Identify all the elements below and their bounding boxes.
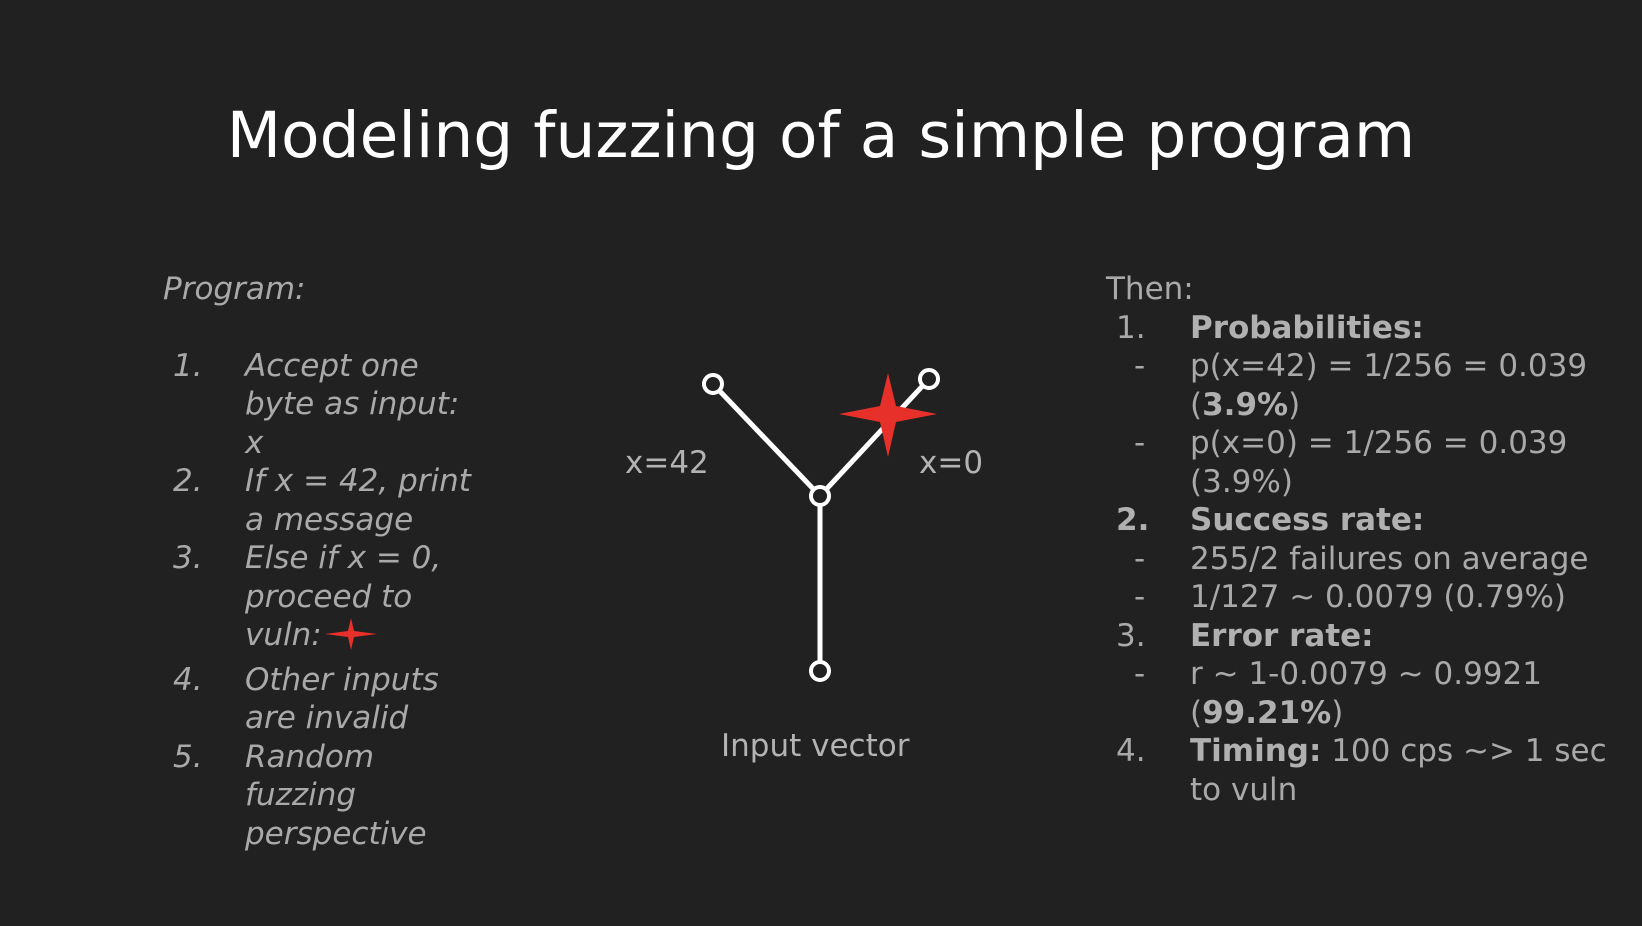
label-x0: x=0 [919,445,984,481]
program-step: 1. Accept one byte as input: x [163,347,483,463]
program-step: 4. Other inputs are invalid [163,661,483,738]
label-x42: x=42 [625,445,709,481]
program-step: 2. If x = 42, print a message [163,462,483,539]
section-number: 3. [1116,617,1146,654]
then-panel: Then: 1. Probabilities: - p(x=42) = 1/25… [1106,270,1626,809]
branch-line-left [711,382,822,498]
bullet-dash: - [1134,425,1146,461]
section-timing: 4. Timing: 100 cps ~> 1 sec to vuln [1106,732,1626,809]
step-text: Random fuzzing perspective [245,738,427,852]
bullet: - 1/127 ~ 0.0079 (0.79%) [1106,578,1626,617]
bullet-emphasis: 99.21% [1202,694,1332,731]
step-number: 5. [173,738,203,775]
section-number: 1. [1116,309,1146,346]
bullet-text: 1/127 ~ 0.0079 (0.79%) [1190,579,1567,615]
section-number: 2. [1116,502,1150,538]
slide: Modeling fuzzing of a simple program Pro… [0,0,1642,926]
program-heading: Program: [163,271,306,307]
section-label: Error rate: [1190,617,1374,654]
bullet-dash: - [1134,656,1146,692]
then-heading: Then: [1106,271,1194,307]
program-step: 3. Else if x = 0, proceed to vuln: [163,539,483,661]
bullet-dash: - [1134,579,1146,615]
bullet-dash: - [1134,348,1146,384]
bullet-text: 255/2 failures on average [1190,540,1589,577]
step-text: Other inputs are invalid [245,661,439,737]
section-label: Probabilities: [1190,309,1424,346]
program-panel: Program: 1. Accept one byte as input: x … [163,270,483,853]
slide-title: Modeling fuzzing of a simple program [226,99,1416,172]
section-label: Success rate: [1190,502,1425,538]
red-star-icon [324,617,378,661]
node-root [809,660,831,682]
step-number: 4. [173,661,203,698]
step-number: 1. [173,347,203,384]
section-probabilities: 1. Probabilities: [1106,309,1626,348]
bullet-dash: - [1134,540,1146,577]
section-number: 4. [1116,733,1146,769]
branch-line-right [818,377,931,498]
step-text: If x = 42, print a message [245,463,471,538]
bullet: - 255/2 failures on average [1106,540,1626,579]
node-right [918,368,940,390]
diagram-caption: Input vector [721,728,910,764]
bullet-text: p(x=0) = 1/256 = 0.039 (3.9%) [1190,425,1568,500]
step-text: Accept one byte as input: x [245,347,460,461]
section-label: Timing: [1190,733,1322,769]
bullet: - p(x=0) = 1/256 = 0.039 (3.9%) [1106,424,1626,501]
bullet-emphasis: 3.9% [1202,386,1289,423]
program-step: 5. Random fuzzing perspective [163,738,483,854]
node-left [702,373,724,395]
bullet: - p(x=42) = 1/256 = 0.039 (3.9%) [1106,347,1626,424]
section-success-rate: 2. Success rate: [1106,501,1626,540]
bullet-text-end: ) [1331,694,1344,731]
program-steps: 1. Accept one byte as input: x 2. If x =… [163,347,483,854]
bullet: - r ~ 1-0.0079 ~ 0.9921 (99.21%) [1106,655,1626,732]
section-error-rate: 3. Error rate: [1106,617,1626,656]
step-number: 2. [173,463,203,499]
step-number: 3. [173,540,203,576]
node-junction [809,485,831,507]
bullet-text-end: ) [1288,386,1301,423]
